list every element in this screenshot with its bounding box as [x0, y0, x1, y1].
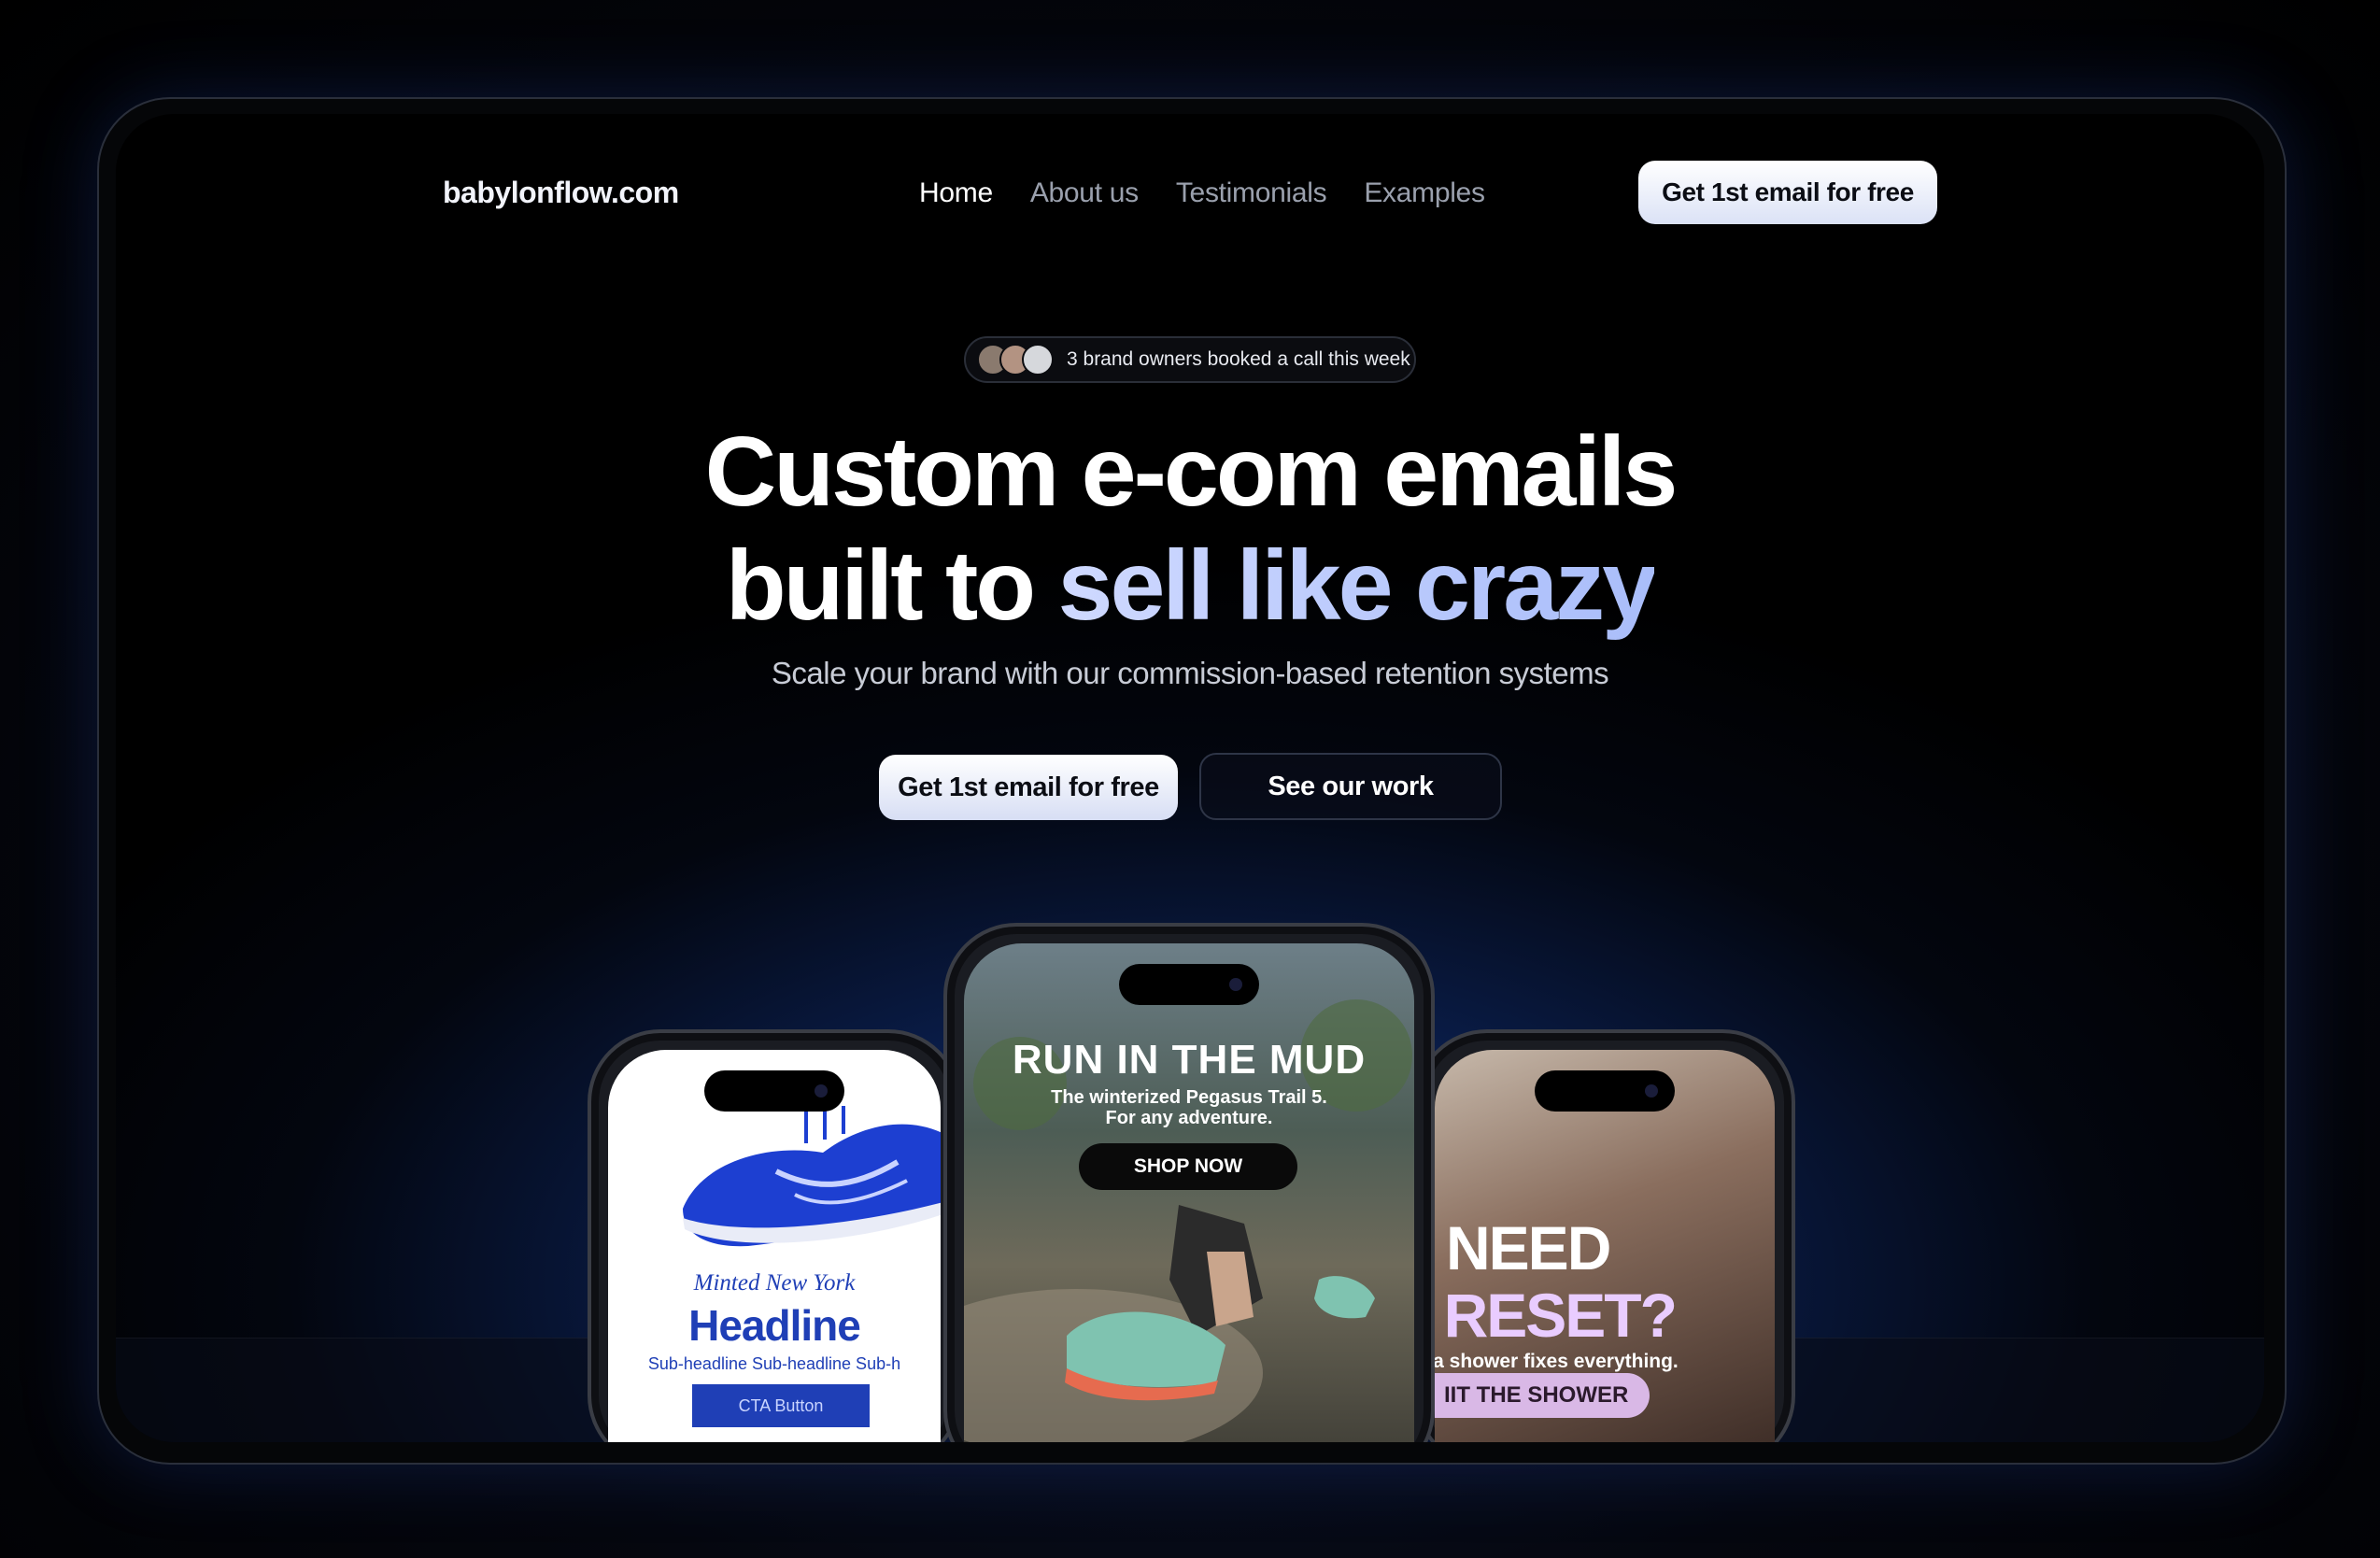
- nav-link-about[interactable]: About us: [1030, 177, 1139, 209]
- nav-link-examples[interactable]: Examples: [1364, 177, 1485, 209]
- email-headline: Headline: [688, 1301, 861, 1350]
- phone-mockup-center: RUN IN THE MUD The winterized Pegasus Tr…: [943, 923, 1435, 1442]
- email-cta-button: SHOP NOW: [1079, 1143, 1297, 1190]
- primary-cta-button[interactable]: Get 1st email for free: [879, 755, 1178, 820]
- dynamic-island: [1535, 1070, 1675, 1112]
- dynamic-island: [704, 1070, 844, 1112]
- hero-subtitle: Scale your brand with our commission-bas…: [771, 656, 1609, 690]
- email-headline: N NEED A RESET?: [1435, 1213, 1678, 1350]
- nav-cta-button[interactable]: Get 1st email for free: [1638, 161, 1937, 224]
- social-proof-badge: 3 brand owners booked a call this week: [964, 336, 1416, 383]
- nav-link-testimonials[interactable]: Testimonials: [1176, 177, 1327, 209]
- headline-line2: A RESET?: [1435, 1281, 1678, 1350]
- hero-title-line1: Custom e-com emails: [704, 417, 1679, 527]
- email-subtext: w a shower fixes everything.: [1435, 1351, 1679, 1372]
- main-nav: Home About us Testimonials Examples: [919, 177, 1485, 209]
- email-subheadline: Sub-headline Sub-headline Sub-h: [647, 1354, 901, 1373]
- hero-title-accent: sell like crazy: [1057, 531, 1658, 641]
- runner-image: [964, 999, 1412, 1442]
- email-subtext: The winterized Pegasus Trail 5. For any …: [1051, 1087, 1327, 1128]
- dynamic-island: [1119, 964, 1259, 1005]
- phone-screen: RUN IN THE MUD The winterized Pegasus Tr…: [964, 943, 1414, 1442]
- phone-screen: N NEED A RESET? w a shower fixes everyth…: [1435, 1050, 1775, 1442]
- headline-line1: N NEED: [1435, 1213, 1611, 1282]
- see-work-button[interactable]: See our work: [1199, 753, 1502, 820]
- shoe-image: [683, 1106, 941, 1247]
- hero-title: Custom e-com emails built to sell like c…: [116, 415, 2264, 643]
- email-headline: RUN IN THE MUD: [1012, 1037, 1367, 1083]
- badge-text: 3 brand owners booked a call this week: [1067, 348, 1410, 370]
- phone-mockup-right: N NEED A RESET? w a shower fixes everyth…: [1414, 1029, 1795, 1442]
- nav-link-home[interactable]: Home: [919, 177, 993, 209]
- avatar-stack: [977, 344, 1054, 375]
- avatar: [1022, 344, 1054, 375]
- headline-line2-plain: A: [1435, 1281, 1444, 1350]
- brand-name: Minted New York: [693, 1270, 856, 1296]
- hero-title-line2: built to sell like crazy: [116, 529, 2264, 643]
- hero-title-plain: built to: [725, 531, 1058, 641]
- phone-mockup-left: Minted New York Headline Sub-headline Su…: [588, 1029, 961, 1442]
- email-cta-button: CTA Button: [692, 1384, 870, 1427]
- email-cta-button: IIT THE SHOWER: [1435, 1373, 1650, 1418]
- browser-screen: babylonflow.com Home About us Testimonia…: [116, 114, 2264, 1442]
- site-logo[interactable]: babylonflow.com: [443, 176, 679, 210]
- headline-line2-accent: RESET?: [1443, 1281, 1678, 1350]
- phone-screen: Minted New York Headline Sub-headline Su…: [608, 1050, 941, 1442]
